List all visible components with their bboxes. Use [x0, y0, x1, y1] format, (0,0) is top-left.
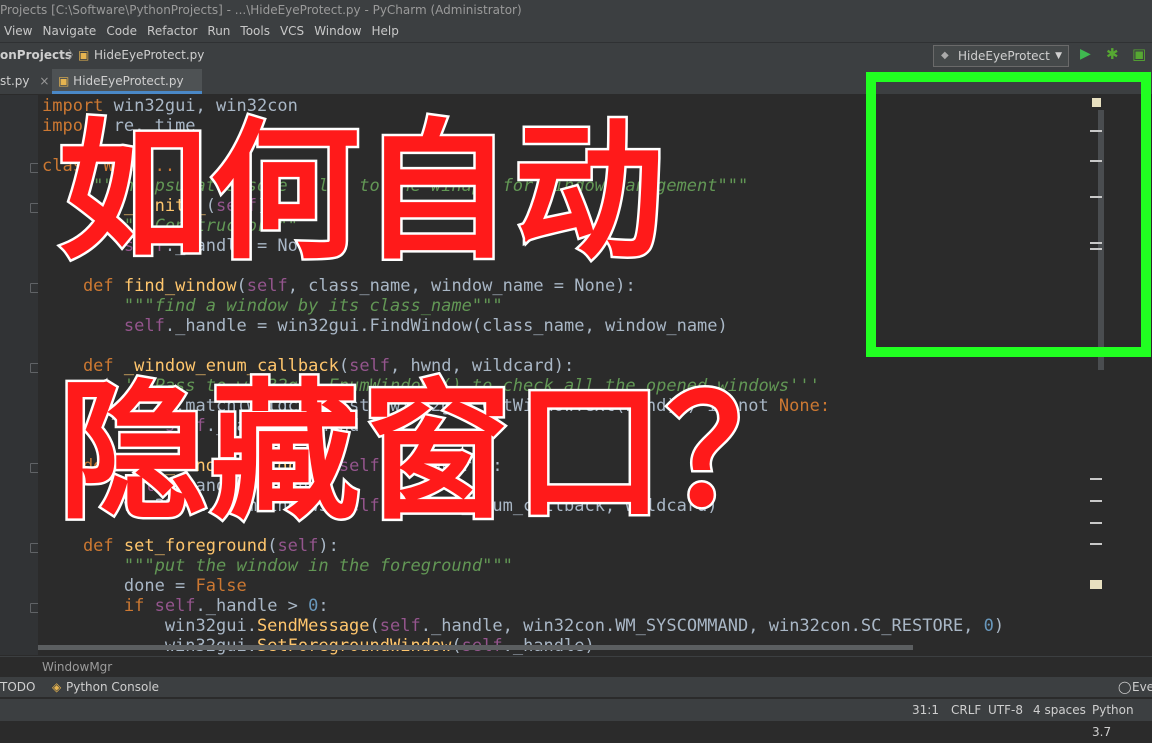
code-token: done =	[42, 576, 196, 596]
python-console-icon: ◈	[52, 680, 62, 694]
menu-view[interactable]: View	[0, 20, 38, 42]
scroll-marker[interactable]	[1090, 478, 1102, 480]
code-token: ._handle = win32gui.FindWindow(class_nam…	[164, 316, 728, 336]
code-token: :	[318, 596, 329, 616]
scroll-marker[interactable]	[1090, 580, 1102, 589]
code-token: ._handle, win32con.WM_SYSCOMMAND, win32c…	[420, 616, 984, 636]
event-log-icon: ◯	[1118, 680, 1132, 694]
breadcrumb-project[interactable]: onProjects	[0, 43, 72, 67]
structure-crumb[interactable]: WindowMgr	[42, 657, 112, 677]
code-token: False	[195, 576, 247, 596]
window-title: Projects [C:\Software\PythonProjects] - …	[0, 3, 522, 17]
close-icon[interactable]: ×	[39, 74, 49, 88]
caption-line-2: 隐藏窗口？	[55, 366, 819, 540]
code-line: """put the window in the foreground"""	[42, 556, 513, 576]
coverage-icon[interactable]: ▣	[1132, 45, 1146, 63]
tab-hideeyeprotect[interactable]: ▣ HideEyeProtect.py ×	[52, 69, 202, 112]
code-token: self	[123, 316, 165, 336]
tool-window-bar: TODO ◈ Python Console ◯ Eve	[0, 677, 1152, 697]
code-line: done = False	[42, 576, 247, 596]
interpreter-selector[interactable]: Python 3.7	[1092, 699, 1152, 743]
tab-label: st.py	[0, 74, 30, 88]
bug-icon[interactable]: ✱	[1106, 45, 1119, 63]
todo-tool-button[interactable]: TODO	[0, 677, 35, 697]
menu-run[interactable]: Run	[203, 20, 236, 42]
run-configuration-select[interactable]: ◆ HideEyeProtect ▼	[933, 45, 1069, 67]
menu-refactor[interactable]: Refactor	[143, 20, 203, 42]
menu-tools[interactable]: Tools	[236, 20, 276, 42]
menu-help[interactable]: Help	[368, 20, 405, 42]
code-token: self	[379, 616, 421, 636]
code-token: 0	[308, 596, 319, 616]
code-token: self	[154, 596, 196, 616]
python-file-icon: ▣	[58, 74, 70, 88]
horizontal-scrollbar[interactable]	[38, 645, 913, 650]
line-separator[interactable]: CRLF	[951, 699, 981, 721]
menu-navigate[interactable]: Navigate	[38, 20, 102, 42]
scroll-marker[interactable]	[1090, 522, 1102, 524]
menu-bar: View Navigate Code Refactor Run Tools VCS Windo…	[0, 20, 1152, 42]
status-bar: 31:1 CRLF UTF-8 4 spaces Python 3.7	[0, 698, 1152, 739]
menu-window[interactable]: Window	[310, 20, 367, 42]
python-config-icon: ◆	[941, 50, 949, 61]
structure-breadcrumb: WindowMgr	[0, 656, 1152, 677]
scroll-marker[interactable]	[1090, 500, 1102, 502]
code-token: )	[993, 616, 1005, 636]
code-token: ._handle >	[195, 596, 309, 616]
play-icon[interactable]: ▶	[1080, 46, 1091, 62]
scroll-marker[interactable]	[1090, 543, 1102, 545]
code-token: 0	[983, 616, 994, 636]
python-console-button[interactable]: Python Console	[66, 677, 159, 697]
line-gutter[interactable]	[0, 95, 38, 655]
code-line: if self._handle > 0:	[42, 596, 329, 616]
file-encoding[interactable]: UTF-8	[988, 699, 1023, 721]
menu-vcs[interactable]: VCS	[276, 20, 310, 42]
python-file-icon: ▣	[78, 48, 90, 62]
tab-st-py[interactable]: st.py ×	[0, 69, 52, 94]
run-configuration-label: HideEyeProtect	[958, 49, 1050, 63]
menu-code[interactable]: Code	[102, 20, 143, 42]
navigation-bar: onProjects 〉 ▣ HideEyeProtect.py ◆ HideE…	[0, 42, 1152, 70]
chevron-down-icon: ▼	[1055, 51, 1062, 61]
event-log-button[interactable]: Eve	[1132, 677, 1152, 697]
code-token: win32gui.	[42, 616, 257, 636]
code-token: SendMessage	[256, 616, 370, 636]
code-token: (	[369, 616, 380, 636]
caret-position[interactable]: 31:1	[912, 699, 939, 721]
code-token: if	[42, 596, 155, 616]
indent-setting[interactable]: 4 spaces	[1033, 699, 1086, 721]
window-title-bar: Projects [C:\Software\PythonProjects] - …	[0, 0, 1152, 20]
highlight-box	[866, 72, 1151, 357]
code-line: self._handle = win32gui.FindWindow(class…	[42, 316, 728, 336]
tab-label: HideEyeProtect.py	[73, 74, 184, 88]
code-line: """find a window by its class_name"""	[42, 296, 503, 316]
breadcrumb-file[interactable]: HideEyeProtect.py	[94, 43, 204, 67]
caption-line-1: 如何自动	[55, 106, 667, 280]
code-line: win32gui.SendMessage(self._handle, win32…	[42, 616, 1004, 636]
